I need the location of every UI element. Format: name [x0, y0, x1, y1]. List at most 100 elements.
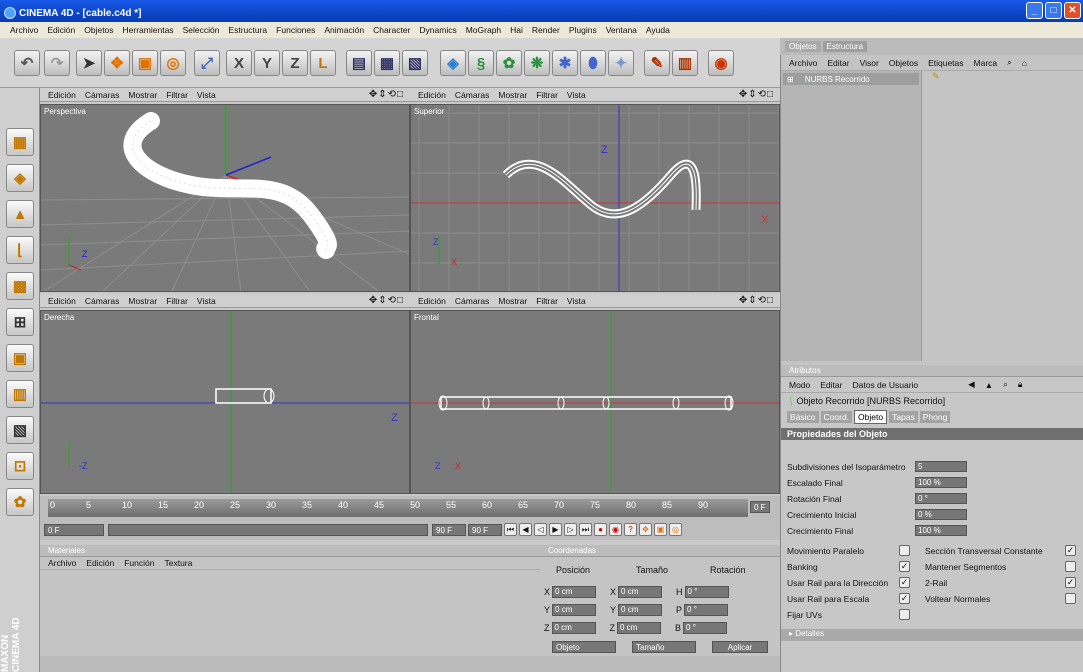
seccion-transversal-checkbox[interactable]: ✓: [1065, 545, 1076, 556]
viewport-nav-icons[interactable]: ✥⇕⟲□: [369, 89, 404, 100]
viewport-perspective[interactable]: Perspectiva Z: [40, 104, 410, 292]
vp-menu-vista[interactable]: Vista: [197, 296, 216, 306]
fijar-uvs-checkbox[interactable]: [899, 609, 910, 620]
nurbs-icon[interactable]: ✿: [496, 50, 522, 76]
viewport-frontal[interactable]: Frontal Z X: [410, 310, 780, 494]
key-scale-icon[interactable]: ▣: [654, 523, 667, 536]
rotate-icon[interactable]: ◎: [160, 50, 186, 76]
model-mode-icon[interactable]: ▦: [6, 128, 34, 156]
points-mode-icon[interactable]: ▲: [6, 200, 34, 228]
coord-size-mode-select[interactable]: Tamaño: [632, 641, 696, 653]
tab-basico[interactable]: Básico: [787, 410, 819, 423]
render-picture-icon[interactable]: ▦: [374, 50, 400, 76]
object-row-nurbs[interactable]: ⊞ ⟆ NURBS Recorrido: [783, 73, 919, 85]
vp-menu-filtrar[interactable]: Filtrar: [166, 90, 188, 100]
crecimiento-inicial-field[interactable]: 0 %: [915, 509, 967, 520]
end-frame-field[interactable]: 90 F: [432, 523, 466, 536]
layout-render-icon[interactable]: ▧: [6, 416, 34, 444]
mat-menu-archivo[interactable]: Archivo: [48, 558, 76, 568]
edges-mode-icon[interactable]: ⌊: [6, 236, 34, 264]
voltear-normales-checkbox[interactable]: [1065, 593, 1076, 604]
rot-b-field[interactable]: 0 °: [683, 622, 728, 634]
preview-range-slider[interactable]: [108, 523, 428, 536]
move-icon[interactable]: ✥: [104, 50, 130, 76]
deformer-icon[interactable]: ✱: [552, 50, 578, 76]
obj-menu-archivo[interactable]: Archivo: [789, 58, 817, 68]
mat-menu-textura[interactable]: Textura: [164, 558, 192, 568]
attr-menu-modo[interactable]: Modo: [789, 380, 810, 390]
obj-menu-objetos[interactable]: Objetos: [889, 58, 918, 68]
redo-icon[interactable]: ↷: [44, 50, 70, 76]
start-frame-field[interactable]: 0 F: [44, 523, 104, 536]
rotacion-field[interactable]: 0 °: [915, 493, 967, 504]
array-icon[interactable]: ❋: [524, 50, 550, 76]
menu-archivo[interactable]: Archivo: [10, 25, 38, 35]
rail-direccion-checkbox[interactable]: ✓: [899, 577, 910, 588]
menu-render[interactable]: Render: [532, 25, 560, 35]
menu-herramientas[interactable]: Herramientas: [123, 25, 174, 35]
vp-menu-mostrar[interactable]: Mostrar: [128, 296, 157, 306]
next-frame-icon[interactable]: ▷: [564, 523, 577, 536]
minimize-button[interactable]: _: [1026, 2, 1043, 19]
vp-menu-vista[interactable]: Vista: [567, 90, 586, 100]
expand-icon[interactable]: ⊞: [787, 75, 794, 84]
vp-menu-edicion[interactable]: Edición: [48, 90, 76, 100]
tag-icon[interactable]: ✎: [932, 71, 940, 81]
movimiento-paralelo-checkbox[interactable]: [899, 545, 910, 556]
play-icon[interactable]: ▶: [549, 523, 562, 536]
vp-menu-edicion[interactable]: Edición: [418, 296, 446, 306]
tab-phong[interactable]: Phong: [919, 410, 951, 423]
menu-character[interactable]: Character: [373, 25, 410, 35]
pos-z-field[interactable]: 0 cm: [551, 622, 596, 634]
max-frame-field[interactable]: 90 F: [468, 523, 502, 536]
autokey-icon[interactable]: ◉: [609, 523, 622, 536]
layout-single-icon[interactable]: ▣: [6, 344, 34, 372]
lock-icon[interactable]: 🔒︎: [1018, 379, 1023, 390]
viewport-derecha[interactable]: Derecha Z -Z: [40, 310, 410, 494]
scene-icon[interactable]: ⬮: [580, 50, 606, 76]
mantener-segmentos-checkbox[interactable]: [1065, 561, 1076, 572]
light-icon[interactable]: ✦: [608, 50, 634, 76]
tab-objeto[interactable]: Objeto: [854, 409, 888, 424]
object-mode-icon[interactable]: ◈: [6, 164, 34, 192]
key-position-icon[interactable]: ✥: [639, 523, 652, 536]
coord-mode-select[interactable]: Objeto: [552, 641, 616, 653]
render-settings-icon[interactable]: ▧: [402, 50, 428, 76]
vp-menu-mostrar[interactable]: Mostrar: [498, 90, 527, 100]
live-select-icon[interactable]: ⤢: [194, 50, 220, 76]
back-arrow-icon[interactable]: ◀: [968, 379, 975, 390]
current-frame-field[interactable]: 0 F: [750, 501, 770, 513]
keyframe-icon[interactable]: ?: [624, 523, 637, 536]
y-axis-icon[interactable]: Y: [254, 50, 280, 76]
spline-icon[interactable]: §: [468, 50, 494, 76]
tag-icon[interactable]: ▥: [672, 50, 698, 76]
prev-key-icon[interactable]: ◀: [519, 523, 532, 536]
prev-frame-icon[interactable]: ◁: [534, 523, 547, 536]
2rail-checkbox[interactable]: ✓: [1065, 577, 1076, 588]
rail-escala-checkbox[interactable]: ✓: [899, 593, 910, 604]
attr-menu-editar[interactable]: Editar: [820, 380, 842, 390]
undo-icon[interactable]: ↶: [14, 50, 40, 76]
size-z-field[interactable]: 0 cm: [617, 622, 661, 634]
viewport-nav-icons[interactable]: ✥⇕⟲□: [369, 295, 404, 306]
select-icon[interactable]: ➤: [76, 50, 102, 76]
vp-menu-camaras[interactable]: Cámaras: [455, 90, 489, 100]
home-icon[interactable]: ⌂: [1022, 58, 1027, 68]
go-end-icon[interactable]: ⏭: [579, 523, 592, 536]
rot-p-field[interactable]: 0 °: [684, 604, 729, 616]
menu-hai[interactable]: Hai: [510, 25, 523, 35]
polygons-mode-icon[interactable]: ▩: [6, 272, 34, 300]
viewport-superior[interactable]: Superior X Z Z X: [410, 104, 780, 292]
menu-dynamics[interactable]: Dynamics: [419, 25, 456, 35]
menu-edicion[interactable]: Edición: [47, 25, 75, 35]
vp-menu-filtrar[interactable]: Filtrar: [166, 296, 188, 306]
obj-menu-etiquetas[interactable]: Etiquetas: [928, 58, 963, 68]
record-icon[interactable]: ●: [594, 523, 607, 536]
menu-seleccion[interactable]: Selección: [183, 25, 220, 35]
menu-ayuda[interactable]: Ayuda: [646, 25, 670, 35]
size-y-field[interactable]: 0 cm: [618, 604, 663, 616]
tab-tapas[interactable]: Tapas: [889, 410, 918, 423]
sphere-web-icon[interactable]: ◉: [708, 50, 734, 76]
vp-menu-vista[interactable]: Vista: [567, 296, 586, 306]
vp-menu-vista[interactable]: Vista: [197, 90, 216, 100]
